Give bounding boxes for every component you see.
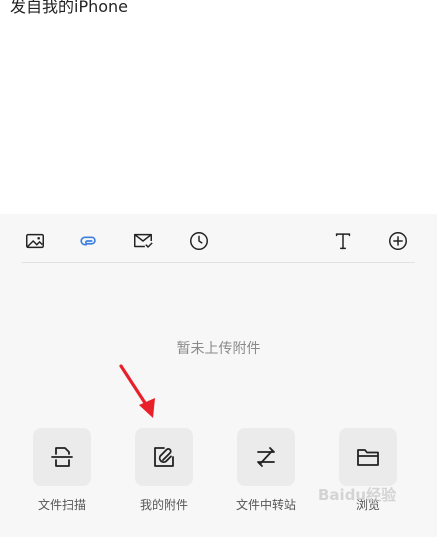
annotation-arrow-icon xyxy=(119,364,155,418)
transfer-icon xyxy=(237,428,295,486)
mail-check-icon[interactable] xyxy=(130,228,156,254)
watermark: Baidu经验 xyxy=(318,486,397,504)
add-icon[interactable] xyxy=(385,228,411,254)
my-attachments-button[interactable]: 我的附件 xyxy=(124,428,204,518)
empty-attachments-text: 暂未上传附件 xyxy=(176,341,261,357)
text-icon[interactable] xyxy=(330,228,356,254)
compose-area[interactable]: 发自我的iPhone xyxy=(0,0,437,214)
my-attachments-icon xyxy=(135,428,193,486)
attachment-icon[interactable] xyxy=(76,228,102,254)
transfer-station-label: 文件中转站 xyxy=(235,498,296,512)
scan-file-label: 文件扫描 xyxy=(37,498,86,512)
image-icon[interactable] xyxy=(22,228,48,254)
compose-toolbar xyxy=(22,224,415,263)
folder-icon xyxy=(339,428,397,486)
clock-icon[interactable] xyxy=(186,228,212,254)
my-attachments-label: 我的附件 xyxy=(139,498,188,512)
signature-text: 发自我的iPhone xyxy=(10,0,129,16)
scan-file-button[interactable]: 文件扫描 xyxy=(22,428,102,518)
transfer-station-button[interactable]: 文件中转站 xyxy=(226,428,306,518)
scan-file-icon xyxy=(33,428,91,486)
